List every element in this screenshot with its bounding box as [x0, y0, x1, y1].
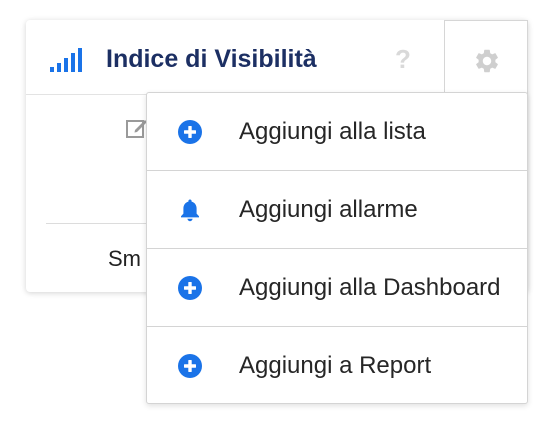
menu-item-add-to-list[interactable]: Aggiungi alla lista [147, 93, 527, 171]
settings-dropdown-menu: Aggiungi alla lista Aggiungi allarme Agg… [146, 92, 528, 404]
settings-button[interactable] [444, 20, 528, 94]
menu-item-add-to-dashboard[interactable]: Aggiungi alla Dashboard [147, 249, 527, 327]
menu-item-label: Aggiungi a Report [239, 352, 432, 379]
plus-circle-icon [178, 276, 202, 300]
menu-item-label: Aggiungi alla Dashboard [239, 274, 501, 301]
partial-label: Sm [108, 246, 141, 271]
widget-title: Indice di Visibilità [106, 45, 317, 73]
gear-icon [476, 49, 498, 73]
signal-bars-icon [50, 48, 82, 72]
stage: Indice di Visibilità ? Sm Aggiungi alla … [0, 0, 560, 440]
menu-item-add-to-report[interactable]: Aggiungi a Report [147, 327, 527, 405]
plus-circle-icon [178, 120, 202, 144]
menu-item-label: Aggiungi alla lista [239, 118, 426, 145]
plus-circle-icon [178, 354, 202, 378]
bell-icon [181, 199, 199, 222]
widget-header: Indice di Visibilità ? [26, 20, 528, 95]
question-mark-icon[interactable]: ? [389, 42, 417, 76]
menu-item-label: Aggiungi allarme [239, 196, 418, 223]
menu-item-add-alarm[interactable]: Aggiungi allarme [147, 171, 527, 249]
